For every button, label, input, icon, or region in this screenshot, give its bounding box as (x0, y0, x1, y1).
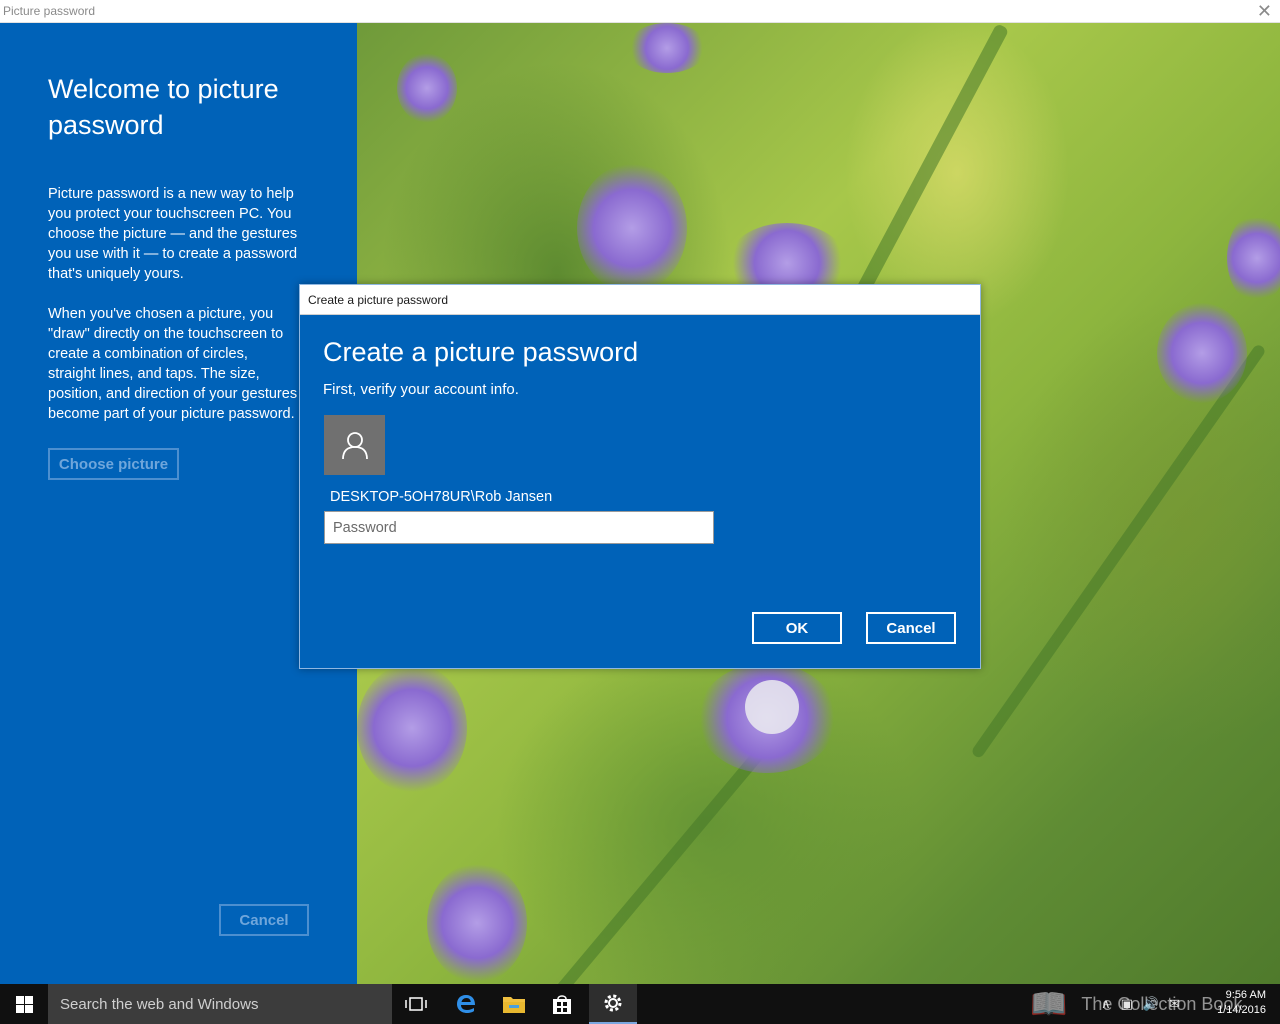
choose-picture-button[interactable]: Choose picture (48, 448, 179, 480)
settings-icon[interactable] (589, 984, 637, 1024)
account-name: DESKTOP-5OH78UR\Rob Jansen (330, 489, 553, 505)
ok-button[interactable]: OK (752, 612, 842, 644)
book-icon: 📖 (1030, 987, 1068, 1021)
photo-flower (1227, 213, 1280, 303)
user-avatar-icon (324, 415, 385, 475)
photo-flower (577, 163, 687, 293)
create-picture-password-dialog: Create a picture password Create a pictu… (299, 284, 981, 669)
chevron-up-icon[interactable]: ∧ (1101, 996, 1111, 1012)
photo-flower (627, 23, 707, 73)
photo-flower (357, 663, 467, 793)
task-view-icon[interactable] (392, 984, 440, 1024)
taskbar: Search the web and Windows 📖 The Collect… (0, 984, 1280, 1024)
person-icon (341, 432, 368, 460)
dialog-heading: Create a picture password (323, 337, 639, 367)
photo-flower (1157, 303, 1247, 403)
dialog-window-title: Create a picture password (308, 293, 449, 307)
edge-icon[interactable] (442, 984, 490, 1024)
dialog-subtitle: First, verify your account info. (323, 381, 519, 398)
start-icon[interactable] (0, 984, 48, 1024)
notifications-icon[interactable]: ✉ (1169, 996, 1180, 1012)
network-icon[interactable]: ▣ (1121, 996, 1133, 1012)
clock[interactable]: 9:56 AM 1/14/2016 (1217, 988, 1266, 1018)
intro-paragraph-1: Picture password is a new way to help yo… (48, 186, 298, 282)
photo-stem (970, 343, 1267, 760)
store-icon[interactable] (538, 984, 586, 1024)
cancel-button[interactable]: Cancel (866, 612, 956, 644)
file-explorer-icon[interactable] (490, 984, 538, 1024)
clock-date: 1/14/2016 (1217, 1004, 1266, 1016)
intro-paragraph-2: When you've chosen a picture, you "draw"… (48, 306, 298, 422)
close-icon[interactable]: ✕ (1257, 1, 1272, 21)
clock-time: 9:56 AM (1225, 989, 1266, 1001)
touch-indicator (745, 680, 799, 734)
password-input[interactable] (324, 511, 714, 544)
taskbar-search-box[interactable]: Search the web and Windows (48, 984, 392, 1024)
intro-heading: Welcome to picture password (48, 74, 279, 140)
photo-flower (397, 53, 457, 123)
dialog-titlebar: Create a picture password (300, 285, 980, 315)
photo-flower (427, 863, 527, 983)
system-tray: ∧ ▣ 🔊 ✉ (1101, 996, 1180, 1012)
panel-cancel-button[interactable]: Cancel (219, 904, 309, 936)
volume-icon[interactable]: 🔊 (1143, 996, 1159, 1012)
window-titlebar: Picture password ✕ (0, 0, 1280, 23)
window-title: Picture password (3, 4, 96, 18)
